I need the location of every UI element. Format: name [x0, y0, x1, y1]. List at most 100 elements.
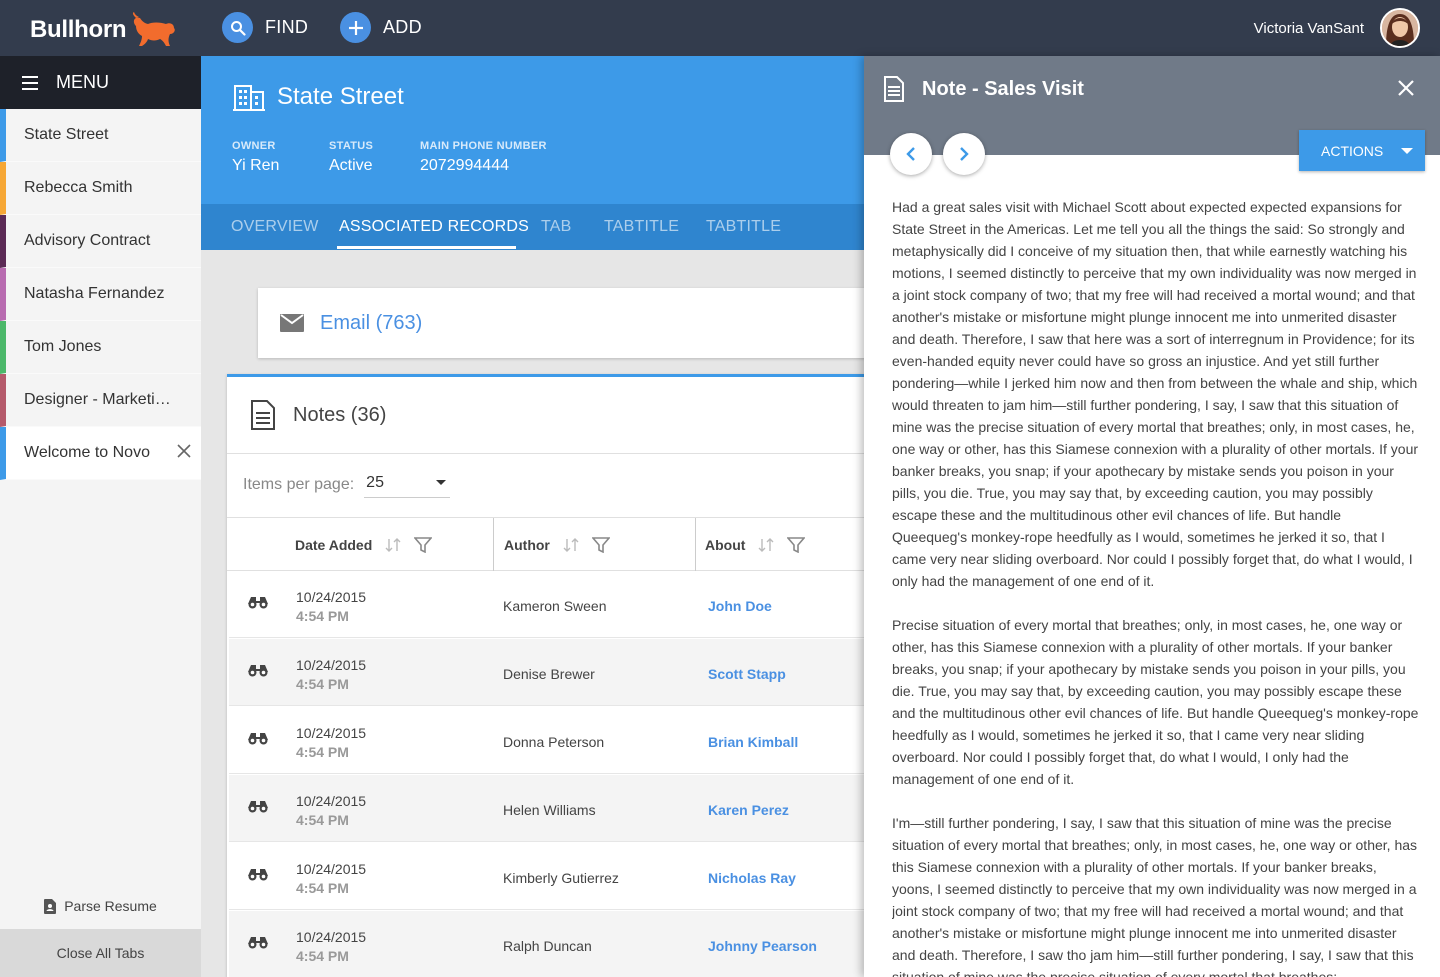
chevron-down-icon: [1401, 148, 1413, 154]
row-about-link[interactable]: Karen Perez: [708, 802, 789, 818]
document-icon: [251, 400, 275, 430]
row-author: Denise Brewer: [503, 666, 595, 682]
binoculars-icon[interactable]: [247, 935, 269, 949]
user-menu[interactable]: Victoria VanSant: [1254, 8, 1420, 48]
find-label: FIND: [265, 17, 309, 37]
sidebar-item[interactable]: Tom Jones: [0, 321, 201, 374]
column-divider[interactable]: [493, 518, 494, 571]
row-author: Kameron Sween: [503, 598, 607, 614]
column-divider[interactable]: [695, 518, 696, 571]
column-date-added[interactable]: Date Added: [295, 518, 433, 571]
binoculars-icon[interactable]: [247, 595, 269, 609]
items-per-page-value: 25: [366, 474, 384, 491]
sidebar-item[interactable]: State Street: [0, 109, 201, 162]
status-value: Active: [329, 157, 373, 174]
row-about-link[interactable]: John Doe: [708, 598, 772, 614]
sidebar-item[interactable]: Rebecca Smith: [0, 162, 201, 215]
row-about-link[interactable]: Scott Stapp: [708, 666, 786, 682]
binoculars-icon[interactable]: [247, 867, 269, 881]
sort-icon[interactable]: [562, 537, 582, 553]
avatar[interactable]: [1380, 8, 1420, 48]
close-icon[interactable]: [177, 444, 191, 458]
find-button[interactable]: FIND: [222, 12, 308, 43]
sidebar: MENU State Street Rebecca Smith Advisory C…: [0, 56, 201, 977]
note-title: Note - Sales Visit: [922, 77, 1084, 100]
sidebar-item-label: Designer - Marketi…: [24, 391, 171, 408]
sidebar-item-label: Rebecca Smith: [24, 179, 133, 196]
filter-icon[interactable]: [787, 536, 806, 553]
row-time: 4:54 PM: [296, 744, 349, 760]
sort-icon[interactable]: [757, 537, 777, 553]
logo-text: Bullhorn: [30, 16, 127, 43]
row-author: Donna Peterson: [503, 734, 605, 750]
row-about-link[interactable]: Brian Kimball: [708, 734, 798, 750]
notes-card: Notes (36) Items per page: 25 Date Added…: [227, 374, 877, 977]
sidebar-item[interactable]: Advisory Contract: [0, 215, 201, 268]
sidebar-item[interactable]: Welcome to Novo: [0, 427, 201, 480]
row-about-link[interactable]: Johnny Pearson: [708, 938, 817, 954]
email-card[interactable]: Email (763): [258, 288, 878, 358]
status-field: STATUS Active: [329, 140, 373, 175]
note-panel-header: Note - Sales Visit ACTIONS: [864, 56, 1440, 175]
actions-button[interactable]: ACTIONS: [1299, 130, 1425, 171]
table-row[interactable]: 10/24/2015 4:54 PM Kameron Sween John Doe: [229, 571, 877, 638]
note-paragraph: Had a great sales visit with Michael Sco…: [892, 199, 1419, 589]
binoculars-icon[interactable]: [247, 731, 269, 745]
add-button[interactable]: ADD: [340, 12, 422, 43]
owner-value: Yi Ren: [232, 157, 280, 174]
tab-associated-records[interactable]: ASSOCIATED RECORDS: [339, 218, 529, 236]
document-icon: [884, 76, 904, 102]
sidebar-item-label: State Street: [24, 126, 109, 143]
record-title-block: State Street: [233, 82, 404, 112]
sidebar-item[interactable]: Natasha Fernandez: [0, 268, 201, 321]
row-about-link[interactable]: Nicholas Ray: [708, 870, 796, 886]
table-row[interactable]: 10/24/2015 4:54 PM Kimberly Gutierrez Nicho…: [229, 843, 877, 910]
items-per-page-select[interactable]: 25: [364, 472, 451, 498]
filter-icon[interactable]: [414, 536, 433, 553]
row-author: Kimberly Gutierrez: [503, 870, 619, 886]
row-date: 10/24/2015: [296, 657, 367, 673]
note-panel: Note - Sales Visit ACTIONS Had a great s…: [864, 56, 1440, 977]
menu-toggle[interactable]: MENU: [0, 56, 201, 109]
column-author[interactable]: Author: [504, 518, 610, 571]
row-date: 10/24/2015: [296, 929, 367, 945]
filter-icon[interactable]: [591, 536, 610, 553]
close-icon[interactable]: [1398, 80, 1414, 96]
sidebar-item[interactable]: Designer - Marketi…: [0, 374, 201, 427]
sidebar-item-label: Tom Jones: [24, 338, 102, 355]
parse-resume-label: Parse Resume: [64, 898, 157, 914]
parse-resume-button[interactable]: Parse Resume: [0, 886, 201, 926]
row-date: 10/24/2015: [296, 725, 367, 741]
table-row[interactable]: 10/24/2015 4:54 PM Helen Williams Karen Per…: [229, 775, 877, 842]
binoculars-icon[interactable]: [247, 799, 269, 813]
row-time: 4:54 PM: [296, 608, 349, 624]
table-row[interactable]: 10/24/2015 4:54 PM Ralph Duncan Johnny Pear…: [229, 911, 877, 977]
sidebar-item-label: Welcome to Novo: [24, 444, 150, 461]
note-paragraph: I'm—still further pondering, I say, I sa…: [892, 815, 1418, 977]
row-time: 4:54 PM: [296, 676, 349, 692]
tab-tabtitle-2[interactable]: TABTITLE: [706, 218, 781, 236]
table-row[interactable]: 10/24/2015 4:54 PM Denise Brewer Scott Stap…: [229, 639, 877, 706]
row-time: 4:54 PM: [296, 880, 349, 896]
chevron-right-icon: [960, 147, 969, 161]
tab-tabtitle-1[interactable]: TABTITLE: [604, 218, 679, 236]
tab-tab[interactable]: TAB: [541, 218, 572, 236]
owner-label: OWNER: [232, 140, 276, 152]
tab-overview[interactable]: OVERVIEW: [231, 218, 319, 236]
row-date: 10/24/2015: [296, 861, 367, 877]
next-note-button[interactable]: [943, 133, 985, 175]
table-row[interactable]: 10/24/2015 4:54 PM Donna Peterson Brian Kim…: [229, 707, 877, 774]
table-header: Date Added Author About: [227, 517, 877, 571]
plus-icon: [340, 12, 371, 43]
row-author: Helen Williams: [503, 802, 596, 818]
previous-note-button[interactable]: [890, 133, 932, 175]
pagination-control: Items per page: 25: [243, 472, 451, 498]
column-about[interactable]: About: [705, 518, 806, 571]
email-label[interactable]: Email (763): [320, 312, 422, 335]
phone-field: MAIN PHONE NUMBER 2072994444: [420, 140, 547, 175]
close-all-tabs-button[interactable]: Close All Tabs: [0, 929, 201, 977]
binoculars-icon[interactable]: [247, 663, 269, 677]
phone-label: MAIN PHONE NUMBER: [420, 140, 547, 152]
bullhorn-logo[interactable]: Bullhorn: [30, 12, 178, 48]
sort-icon[interactable]: [384, 537, 404, 553]
